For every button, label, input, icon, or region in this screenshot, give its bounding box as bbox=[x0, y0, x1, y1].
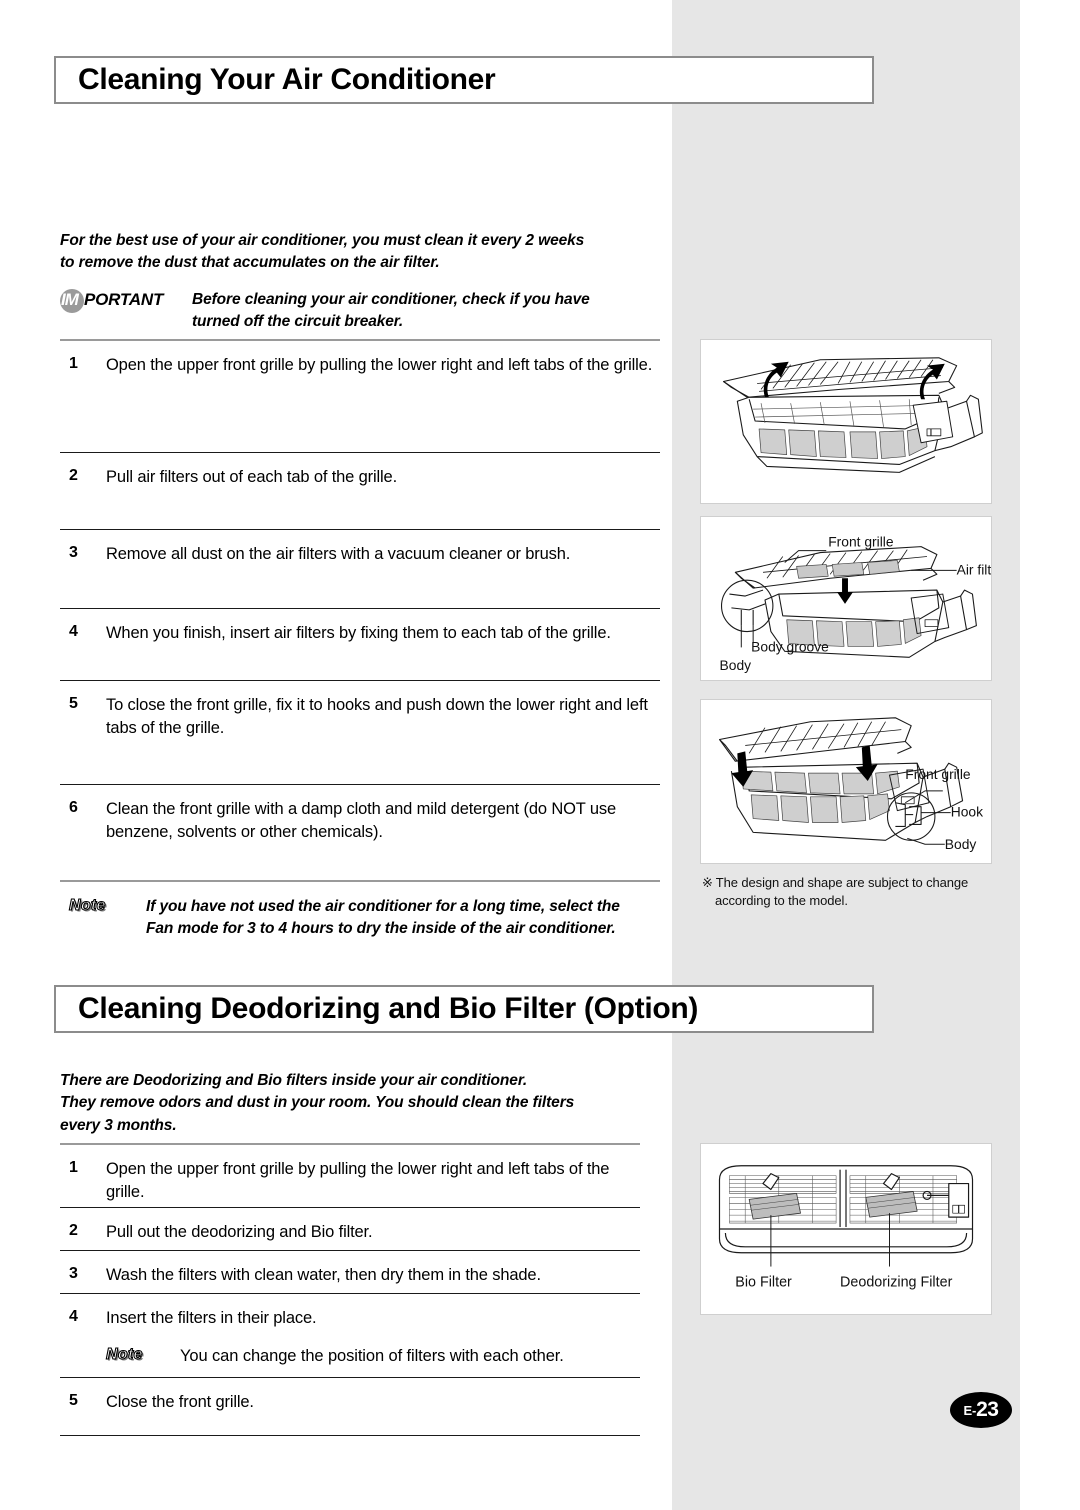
section2-step-list: 1 Open the upper front grille by pulling… bbox=[60, 1143, 640, 1436]
figure-open-front-grille bbox=[700, 339, 992, 504]
section2-intro-line3: every 3 months. bbox=[60, 1116, 177, 1134]
note-label-text: Note bbox=[105, 1345, 143, 1363]
figure-bio-deodorizing-filter: Bio Filter Deodorizing Filter bbox=[700, 1143, 992, 1315]
page-number-badge: E- 23 bbox=[950, 1392, 1012, 1428]
important-text-line1: Before cleaning your air conditioner, ch… bbox=[192, 290, 590, 308]
note-label: Note bbox=[60, 1331, 180, 1364]
section-heading-cleaning-air-conditioner: Cleaning Your Air Conditioner bbox=[54, 56, 874, 104]
step-text: Remove all dust on the air filters with … bbox=[106, 545, 571, 563]
step-number: 2 bbox=[69, 1222, 78, 1239]
note-text: You can change the position of filters w… bbox=[180, 1347, 564, 1365]
manual-page: Cleaning Your Air Conditioner For the be… bbox=[0, 0, 1080, 1510]
close-front-grille-hook-illustration: Front grille Hook Body bbox=[719, 717, 983, 852]
table-row: 2 Pull out the deodorizing and Bio filte… bbox=[60, 1207, 640, 1250]
section1-heading-text: Cleaning Your Air Conditioner bbox=[78, 63, 496, 96]
important-label-im: IM bbox=[61, 289, 79, 309]
note-label: Note bbox=[60, 882, 146, 915]
figure-front-grille-air-filter: Front grille Air filter Body groove Body bbox=[700, 516, 992, 681]
important-text-line2: turned off the circuit breaker. bbox=[192, 313, 404, 331]
figure-close-front-grille-hook: Front grille Hook Body bbox=[700, 699, 992, 864]
step-number: 2 bbox=[69, 467, 78, 484]
step-number: 5 bbox=[69, 1392, 78, 1409]
open-front-grille-illustration bbox=[722, 357, 983, 473]
note-text: If you have not used the air conditioner… bbox=[146, 882, 660, 941]
step-number: 4 bbox=[69, 623, 78, 640]
table-row: 4 Insert the filters in their place. bbox=[60, 1293, 640, 1331]
step-number: 1 bbox=[69, 1159, 78, 1176]
section1-intro-line2: to remove the dust that accumulates on t… bbox=[60, 254, 440, 272]
design-note-line2: according to the model. bbox=[715, 892, 848, 908]
table-row: 1 Open the upper front grille by pulling… bbox=[60, 1143, 640, 1207]
step-text: Pull out the deodorizing and Bio filter. bbox=[106, 1223, 373, 1241]
table-row: 2 Pull air filters out of each tab of th… bbox=[60, 452, 660, 529]
page-number-value: 23 bbox=[976, 1398, 999, 1421]
note-text-line1: If you have not used the air conditioner… bbox=[146, 898, 620, 915]
step-number: 3 bbox=[69, 1265, 78, 1282]
step-text: Insert the filters in their place. bbox=[106, 1309, 317, 1327]
table-row: 5 To close the front grille, fix it to h… bbox=[60, 680, 660, 784]
design-note-line1: The design and shape are subject to chan… bbox=[715, 875, 969, 890]
section2-intro-line1: There are Deodorizing and Bio filters in… bbox=[60, 1072, 528, 1089]
note-text-line2: Fan mode for 3 to 4 hours to dry the ins… bbox=[146, 920, 616, 938]
label-body-groove: Body groove bbox=[751, 638, 829, 654]
section1-intro-block: For the best use of your air conditioner… bbox=[60, 230, 660, 334]
table-row: 4 When you finish, insert air filters by… bbox=[60, 608, 660, 680]
step-text: Close the front grille. bbox=[106, 1393, 254, 1411]
step-text: To close the front grille, fix it to hoo… bbox=[106, 696, 648, 737]
section-heading-cleaning-deodorizing-bio-filter: Cleaning Deodorizing and Bio Filter (Opt… bbox=[54, 985, 874, 1033]
step-text: Wash the filters with clean water, then … bbox=[106, 1266, 541, 1284]
important-text: Before cleaning your air conditioner, ch… bbox=[192, 289, 660, 334]
important-label-rest: PORTANT bbox=[84, 289, 164, 309]
front-grille-air-filter-illustration: Front grille Air filter Body groove Body bbox=[720, 534, 991, 673]
section2-heading-text: Cleaning Deodorizing and Bio Filter (Opt… bbox=[78, 992, 699, 1025]
section2-note: Note You can change the position of filt… bbox=[60, 1331, 640, 1377]
label-air-filter: Air filter bbox=[957, 561, 991, 577]
table-row: 5 Close the front grille. bbox=[60, 1377, 640, 1435]
step-number: 1 bbox=[69, 355, 78, 372]
section1-intro-line1: For the best use of your air conditioner… bbox=[60, 232, 585, 249]
step-number: 6 bbox=[69, 799, 78, 816]
important-label: IM PORTANT bbox=[60, 288, 192, 313]
step-text: Open the upper front grille by pulling t… bbox=[106, 1160, 610, 1201]
important-callout: IM PORTANT Before cleaning your air cond… bbox=[60, 288, 660, 334]
label-hook: Hook bbox=[951, 804, 983, 820]
section2-intro-block: There are Deodorizing and Bio filters in… bbox=[60, 1070, 660, 1137]
asterisk-icon: ※ bbox=[702, 875, 713, 890]
section2-intro-line2: They remove odors and dust in your room.… bbox=[60, 1094, 575, 1112]
step-text: When you finish, insert air filters by f… bbox=[106, 624, 611, 642]
section2-bottom-rule bbox=[60, 1435, 640, 1436]
section2-intro-text: There are Deodorizing and Bio filters in… bbox=[60, 1070, 660, 1137]
label-bio-filter: Bio Filter bbox=[735, 1274, 792, 1290]
step-text: Pull air filters out of each tab of the … bbox=[106, 468, 398, 486]
table-row: 6 Clean the front grille with a damp clo… bbox=[60, 784, 660, 880]
section1-note: Note If you have not used the air condit… bbox=[60, 880, 660, 956]
step-text: Open the upper front grille by pulling t… bbox=[106, 356, 653, 374]
note-label-text: Note bbox=[68, 896, 106, 914]
label-body: Body bbox=[945, 836, 977, 852]
label-front-grille: Front grille bbox=[905, 766, 971, 782]
label-deodorizing-filter: Deodorizing Filter bbox=[840, 1274, 953, 1290]
step-number: 3 bbox=[69, 544, 78, 561]
table-row: 3 Remove all dust on the air filters wit… bbox=[60, 529, 660, 608]
table-row: 3 Wash the filters with clean water, the… bbox=[60, 1250, 640, 1293]
section1-step-list: 1 Open the upper front grille by pulling… bbox=[60, 339, 660, 956]
label-body: Body bbox=[720, 657, 752, 673]
design-change-note: ※ The design and shape are subject to cha… bbox=[702, 874, 1002, 909]
step-text: Clean the front grille with a damp cloth… bbox=[106, 800, 616, 841]
bio-deodorizing-filter-illustration: Bio Filter Deodorizing Filter bbox=[718, 1165, 974, 1290]
label-front-grille: Front grille bbox=[828, 534, 894, 550]
table-row: 1 Open the upper front grille by pulling… bbox=[60, 339, 660, 452]
step-number: 4 bbox=[69, 1308, 78, 1325]
section1-intro-text: For the best use of your air conditioner… bbox=[60, 230, 660, 275]
page-number-prefix: E- bbox=[963, 1402, 977, 1418]
step-number: 5 bbox=[69, 695, 78, 712]
